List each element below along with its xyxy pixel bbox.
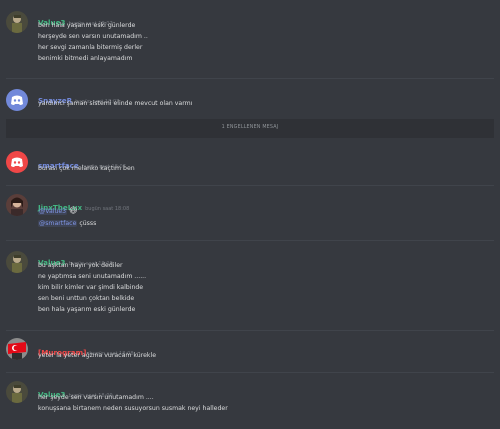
message-text: ben hala yaşarım eski günlerde: [38, 306, 136, 313]
message-text: @Value3 😆: [38, 206, 77, 216]
message-text: konuşsana birtanem neden susuyorsun susm…: [38, 405, 228, 412]
message-text: bu aşktan hayır yok dediler: [38, 262, 123, 269]
message-text: sen beni unttun çoktan belkide: [38, 295, 135, 302]
message-text: benimki bitmedi anlayamadım: [38, 55, 133, 62]
avatar[interactable]: [6, 251, 28, 273]
avatar[interactable]: [6, 151, 28, 173]
avatar[interactable]: [6, 11, 28, 33]
divider: [6, 240, 494, 241]
soldier-avatar-icon: [6, 11, 28, 33]
message-text: herşeyde sen varsın unutamadım ..: [38, 33, 148, 40]
message-text: burası çok melanko kaçtım ben: [38, 165, 135, 172]
discord-logo-icon: [11, 95, 23, 105]
divider: [6, 372, 494, 373]
discord-logo-icon: [11, 157, 23, 167]
soldier-avatar-icon: [6, 381, 28, 403]
divider: [6, 185, 494, 186]
message-text: yeter la yeter ağzına vuracam kürekle: [38, 352, 157, 359]
message-text: kim bilir kimler var şimdi kalbinde: [38, 284, 144, 291]
avatar[interactable]: [6, 381, 28, 403]
message-text: ben hala yaşarım eski günlerde: [38, 22, 136, 29]
blocked-messages-label[interactable]: 1 ENGELLENEN MESAJ: [0, 125, 500, 130]
user-mention[interactable]: @Value3: [38, 208, 68, 215]
avatar[interactable]: [6, 89, 28, 111]
message-text: her şeyde sen varsın unutamadım ....: [38, 394, 154, 401]
message-fragment: çüsss: [79, 220, 97, 227]
message-text: @smartface çüsss: [38, 219, 96, 228]
message-text: ne yaptımsa seni unutamadım ......: [38, 273, 147, 280]
user-photo-icon: [6, 194, 28, 216]
message-text: her sevgi zamanla bitermiş derler: [38, 44, 143, 51]
divider: [6, 78, 494, 79]
avatar[interactable]: [6, 338, 28, 360]
timestamp: bugün saat 18:08: [85, 206, 130, 212]
flag-avatar-icon: [6, 338, 28, 360]
divider: [6, 330, 494, 331]
laughing-emoji-icon: 😆: [69, 206, 78, 215]
user-mention[interactable]: @smartface: [38, 220, 78, 227]
soldier-avatar-icon: [6, 251, 28, 273]
avatar[interactable]: [6, 194, 28, 216]
message-text: yardımcı şaman sistemi elinde mevcut ola…: [38, 100, 193, 107]
